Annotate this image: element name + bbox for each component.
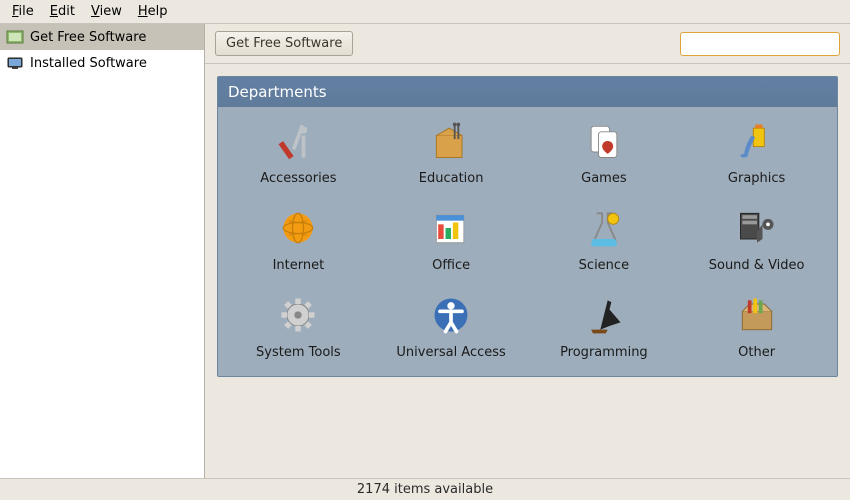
accessories-icon xyxy=(274,117,322,165)
department-graphics[interactable]: Graphics xyxy=(680,117,833,186)
department-label: Other xyxy=(738,345,775,360)
sidebar: Get Free Software Installed Software xyxy=(0,24,205,478)
other-icon xyxy=(733,291,781,339)
system-tools-icon xyxy=(274,291,322,339)
main-area: Get Free Software Installed Software Get … xyxy=(0,24,850,478)
department-label: System Tools xyxy=(256,345,341,360)
menubar: FileEditViewHelp xyxy=(0,0,850,24)
department-label: Office xyxy=(432,258,470,273)
sidebar-item-label: Installed Software xyxy=(30,56,147,71)
sidebar-item-get-free-software[interactable]: Get Free Software xyxy=(0,24,204,50)
department-education[interactable]: Education xyxy=(375,117,528,186)
get-free-software-icon xyxy=(6,28,24,46)
sidebar-item-installed-software[interactable]: Installed Software xyxy=(0,50,204,76)
department-other[interactable]: Other xyxy=(680,291,833,360)
science-icon xyxy=(580,204,628,252)
programming-icon xyxy=(580,291,628,339)
installed-software-icon xyxy=(6,54,24,72)
sound-video-icon xyxy=(733,204,781,252)
department-label: Science xyxy=(579,258,629,273)
universal-access-icon xyxy=(427,291,475,339)
department-science[interactable]: Science xyxy=(528,204,681,273)
department-universal-access[interactable]: Universal Access xyxy=(375,291,528,360)
sidebar-item-label: Get Free Software xyxy=(30,30,146,45)
department-label: Programming xyxy=(560,345,648,360)
department-label: Graphics xyxy=(728,171,785,186)
department-accessories[interactable]: Accessories xyxy=(222,117,375,186)
department-label: Games xyxy=(581,171,626,186)
games-icon xyxy=(580,117,628,165)
search-box[interactable] xyxy=(680,32,840,56)
departments-panel: Departments Accessories Education Games Gra… xyxy=(217,76,838,377)
menu-view[interactable]: View xyxy=(83,2,130,21)
department-system-tools[interactable]: System Tools xyxy=(222,291,375,360)
menu-help[interactable]: Help xyxy=(130,2,176,21)
menu-edit[interactable]: Edit xyxy=(42,2,83,21)
department-games[interactable]: Games xyxy=(528,117,681,186)
internet-icon xyxy=(274,204,322,252)
department-label: Universal Access xyxy=(396,345,505,360)
department-sound-video[interactable]: Sound & Video xyxy=(680,204,833,273)
content-area: Get Free Software Departments Accessorie… xyxy=(205,24,850,478)
department-internet[interactable]: Internet xyxy=(222,204,375,273)
breadcrumb-button[interactable]: Get Free Software xyxy=(215,31,353,56)
departments-grid: Accessories Education Games Graphics Interne… xyxy=(218,107,837,376)
departments-header: Departments xyxy=(218,77,837,107)
department-label: Accessories xyxy=(260,171,336,186)
department-label: Education xyxy=(419,171,484,186)
status-text: 2174 items available xyxy=(357,482,493,497)
department-office[interactable]: Office xyxy=(375,204,528,273)
status-bar: 2174 items available xyxy=(0,478,850,500)
graphics-icon xyxy=(733,117,781,165)
menu-file[interactable]: File xyxy=(4,2,42,21)
office-icon xyxy=(427,204,475,252)
department-label: Sound & Video xyxy=(709,258,805,273)
department-label: Internet xyxy=(273,258,325,273)
education-icon xyxy=(427,117,475,165)
toolbar: Get Free Software xyxy=(205,24,850,64)
search-input[interactable] xyxy=(689,37,839,51)
department-programming[interactable]: Programming xyxy=(528,291,681,360)
